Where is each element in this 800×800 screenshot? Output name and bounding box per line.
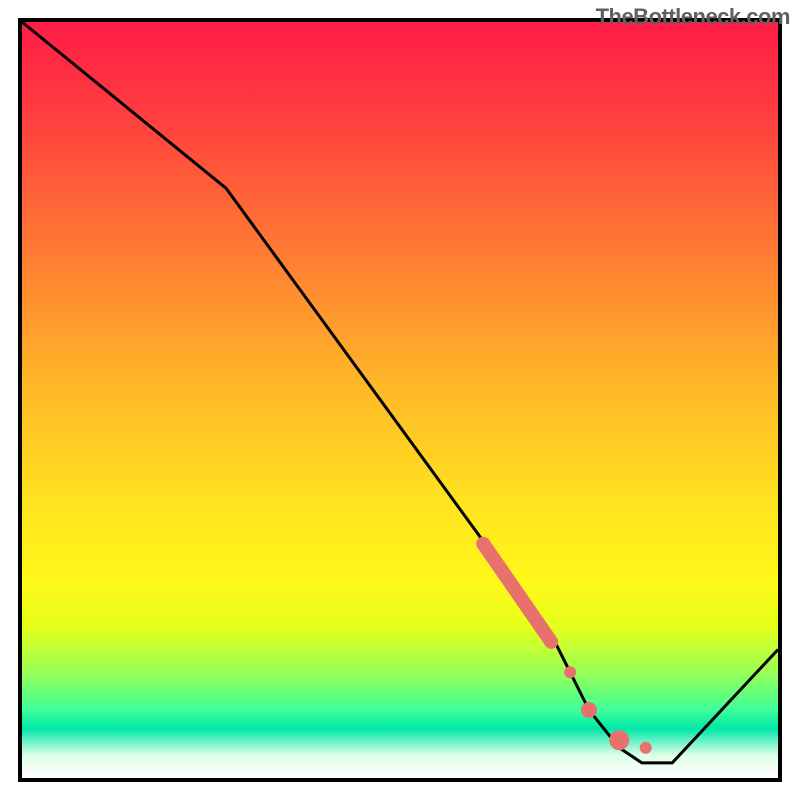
curve-line — [22, 22, 778, 763]
highlight-point-2 — [609, 730, 629, 750]
highlight-point-3 — [640, 742, 652, 754]
chart-frame: TheBottleneck.com — [0, 0, 800, 800]
chart-overlay-svg — [22, 22, 778, 778]
highlight-segments — [483, 544, 551, 642]
highlight-point-0 — [564, 666, 576, 678]
thick-red-segment — [483, 544, 551, 642]
plot-area — [18, 18, 782, 782]
highlight-points — [564, 666, 652, 754]
highlight-point-1 — [581, 702, 597, 718]
watermark-label: TheBottleneck.com — [596, 4, 790, 30]
curve-path — [22, 22, 778, 763]
